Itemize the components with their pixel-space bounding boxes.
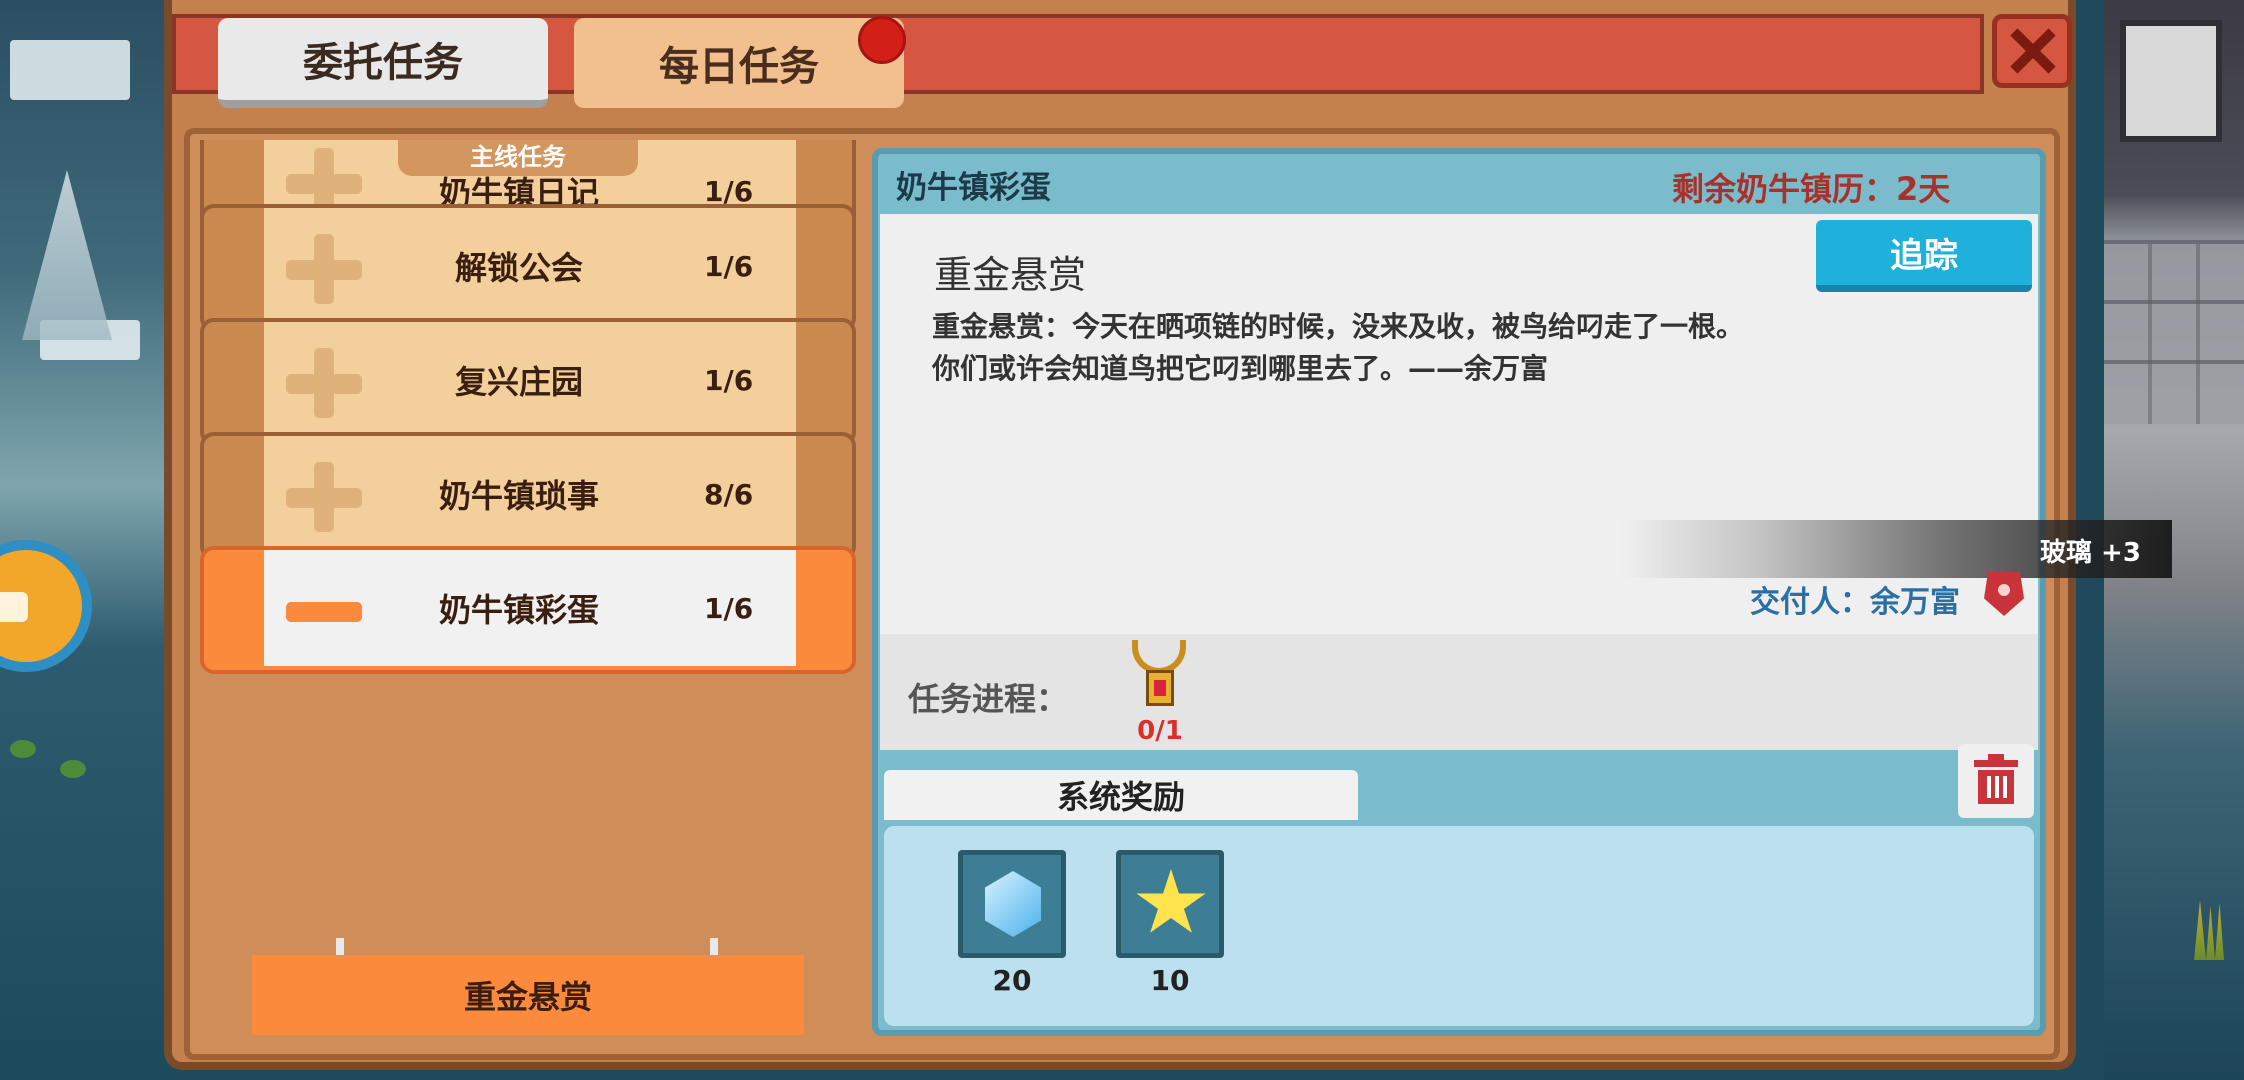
notification-dot — [858, 16, 906, 64]
quest-item[interactable]: 复兴庄园 1/6 — [200, 318, 856, 446]
expand-icon — [286, 348, 362, 418]
expand-icon — [286, 462, 362, 532]
quest-item-name: 复兴庄园 — [454, 363, 583, 401]
tab-label: 每日任务 — [659, 44, 819, 90]
trash-icon — [1974, 754, 2018, 806]
remaining-days: 剩余奶牛镇历：2天 — [1672, 170, 1951, 208]
quest-giver: 交付人：余万富 — [1750, 585, 1960, 620]
quest-list: 奶牛镇日记 1/6 主线任务 解锁公会 1/6 复兴庄园 1/6 奶牛镇琐事 8… — [200, 140, 856, 1040]
quest-description: 重金悬赏：今天在晒项链的时候，没来及收，被鸟给叼走了一根。 你们或许会知道鸟把它… — [932, 310, 1745, 385]
necklace-icon — [1128, 640, 1190, 714]
close-icon — [2009, 28, 2055, 74]
quest-item-progress: 1/6 — [704, 591, 754, 625]
quest-item-name: 奶牛镇琐事 — [438, 477, 599, 515]
star-icon — [1136, 869, 1206, 933]
close-button[interactable] — [1992, 14, 2072, 88]
abandon-quest-button[interactable] — [1958, 744, 2034, 818]
quest-item[interactable]: 解锁公会 1/6 — [200, 204, 856, 332]
reward-item[interactable] — [958, 850, 1066, 958]
quest-item[interactable]: 奶牛镇琐事 8/6 — [200, 432, 856, 560]
quest-category-title: 奶牛镇彩蛋 — [896, 170, 1051, 206]
tab-daily-quests[interactable]: 每日任务 — [574, 18, 904, 108]
sub-quest-item[interactable]: 重金悬赏 — [252, 955, 804, 1035]
quest-item-progress: 8/6 — [704, 477, 754, 511]
quest-item-progress: 1/6 — [704, 363, 754, 397]
quest-name: 重金悬赏 — [934, 253, 1087, 297]
track-button[interactable]: 追踪 — [1816, 220, 2032, 292]
quest-progress-label: 任务进程： — [908, 680, 1069, 718]
quest-item-name: 奶牛镇彩蛋 — [438, 591, 599, 629]
expand-icon — [286, 148, 362, 218]
reward-count: 10 — [1150, 964, 1190, 997]
snowy-tree — [22, 170, 112, 340]
quest-item-progress: 1/6 — [704, 249, 754, 283]
tab-entrust-quests[interactable]: 委托任务 — [218, 18, 548, 108]
collapse-icon — [286, 584, 362, 638]
controller-icon — [0, 592, 28, 622]
main-quest-section-label: 主线任务 — [398, 140, 638, 176]
quest-item-selected[interactable]: 奶牛镇彩蛋 1/6 — [200, 546, 856, 674]
gem-icon — [985, 871, 1041, 937]
reward-count: 20 — [992, 964, 1032, 997]
system-reward-tab: 系统奖励 — [878, 764, 1364, 820]
lily-pad — [60, 760, 86, 778]
item-gain-toast-text: 玻璃 +3 — [2040, 538, 2141, 568]
seaweed — [2194, 900, 2224, 960]
quest-item-name: 解锁公会 — [454, 249, 583, 287]
lily-pad — [10, 740, 36, 758]
required-item-count: 0/1 — [1137, 716, 1183, 746]
expand-icon — [286, 234, 362, 304]
reward-item[interactable] — [1116, 850, 1224, 958]
tab-label: 委托任务 — [303, 40, 463, 86]
notice-board — [2120, 20, 2222, 142]
